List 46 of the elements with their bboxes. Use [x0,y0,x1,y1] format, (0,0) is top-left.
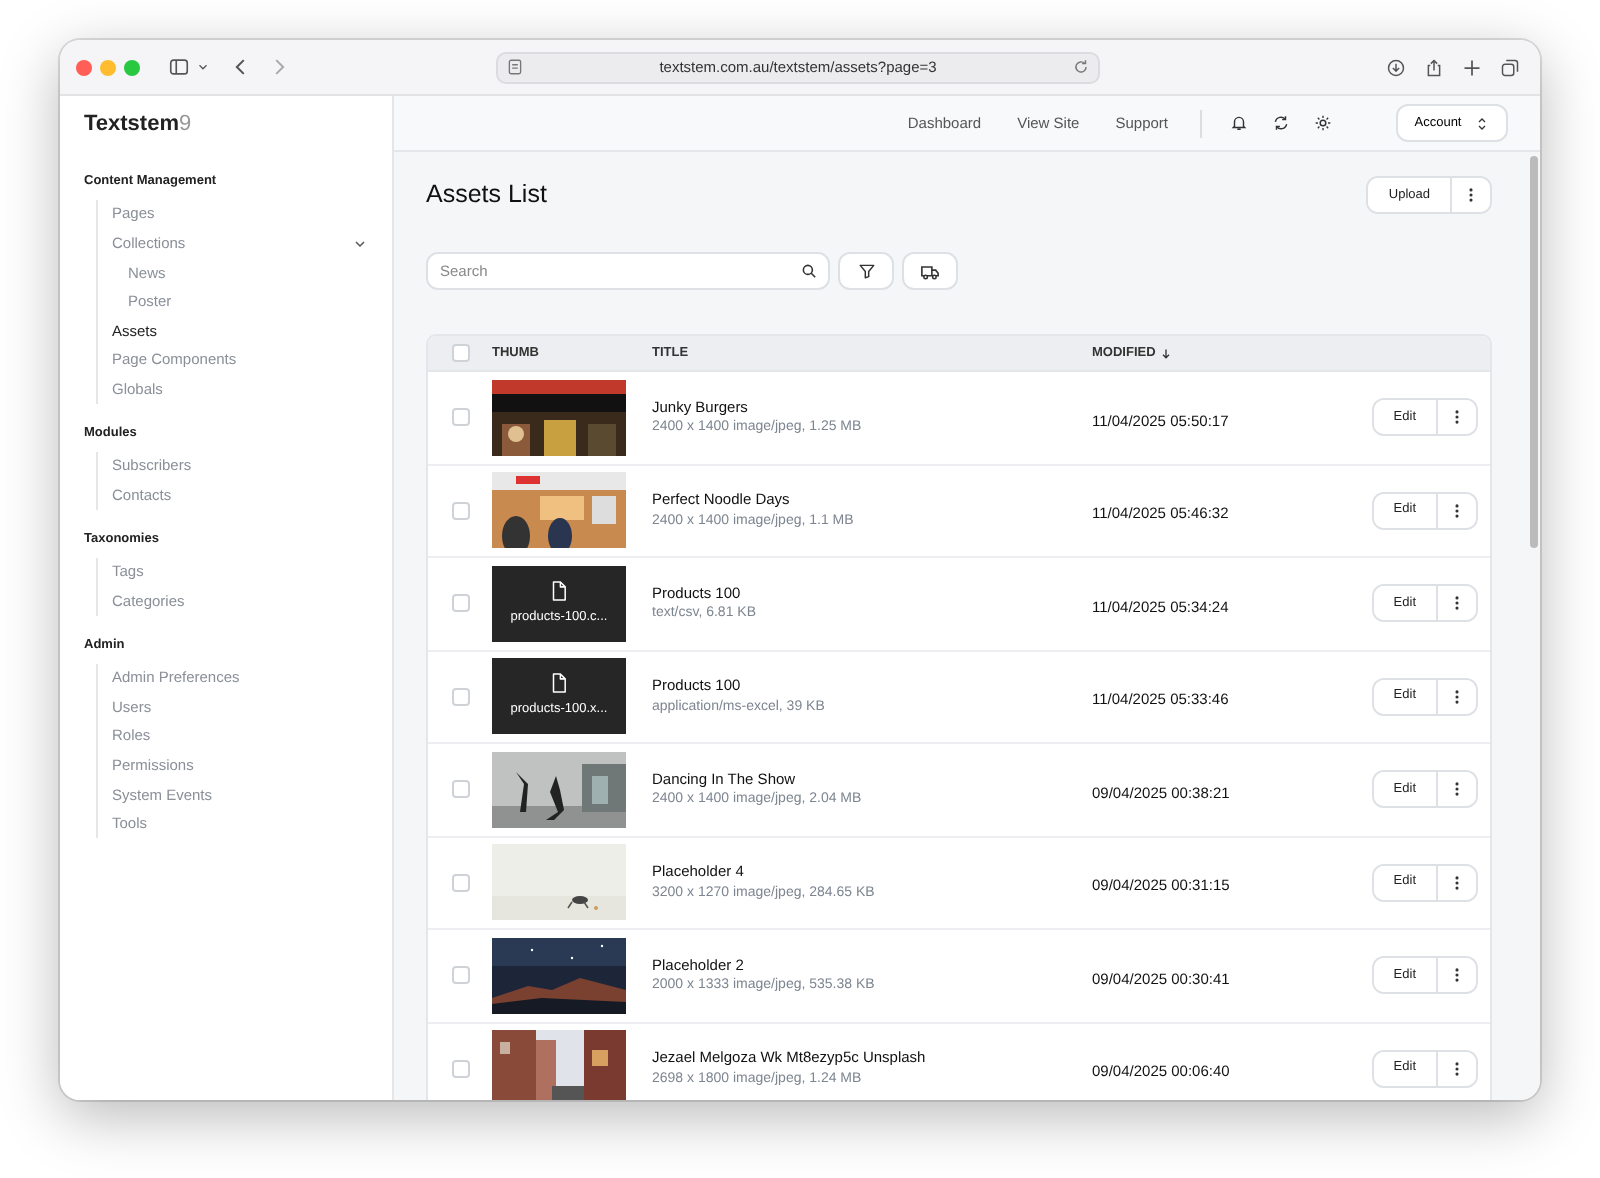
search-icon[interactable] [800,262,818,280]
download-icon[interactable] [1386,57,1406,77]
checkbox[interactable] [451,594,469,613]
truck-button[interactable] [902,252,958,290]
scrollbar-thumb[interactable] [1530,156,1538,548]
share-icon[interactable] [1424,57,1444,77]
window-control-dot[interactable] [124,59,140,75]
page-title: Assets List [426,180,547,210]
new-tab-icon[interactable] [1462,57,1482,77]
theme-icon[interactable] [1314,114,1332,132]
window-control-dot[interactable] [76,59,92,75]
notification-icon[interactable] [1230,114,1248,132]
checkbox[interactable] [451,501,469,520]
sort-icon [1473,115,1490,131]
more-button[interactable] [1450,178,1490,212]
reload-icon[interactable] [1072,58,1090,76]
window-control-dot[interactable] [100,59,116,75]
checkbox[interactable] [451,408,469,427]
refresh-icon[interactable] [1272,114,1290,132]
checkbox[interactable] [451,687,469,706]
chevron-down-icon[interactable] [196,60,210,74]
sort-down-icon[interactable] [1159,347,1172,359]
checkbox[interactable] [451,1059,469,1078]
truck-icon [920,261,940,281]
more-button[interactable] [1436,679,1476,714]
more-button[interactable] [1436,772,1476,807]
scrollbar[interactable] [1526,152,1540,1100]
filter-button[interactable] [838,252,894,290]
chevron-down-icon[interactable] [352,235,368,252]
checkbox[interactable] [451,873,469,892]
checkbox[interactable] [451,780,469,799]
file-icon [548,579,570,602]
more-button[interactable] [1436,1051,1476,1086]
checkbox[interactable] [451,344,469,362]
more-button[interactable] [1436,958,1476,993]
sidebar-icon[interactable] [168,56,190,78]
more-button[interactable] [1436,865,1476,900]
more-button[interactable] [1436,586,1476,621]
more-button[interactable] [1436,400,1476,435]
filter-icon [857,262,875,280]
more-button[interactable] [1436,493,1476,528]
file-icon [548,672,570,695]
checkbox[interactable] [451,966,469,985]
brand-logo[interactable]: Textstem9 [84,107,192,141]
page-icon [506,58,524,76]
tabs-icon[interactable] [1500,57,1520,77]
